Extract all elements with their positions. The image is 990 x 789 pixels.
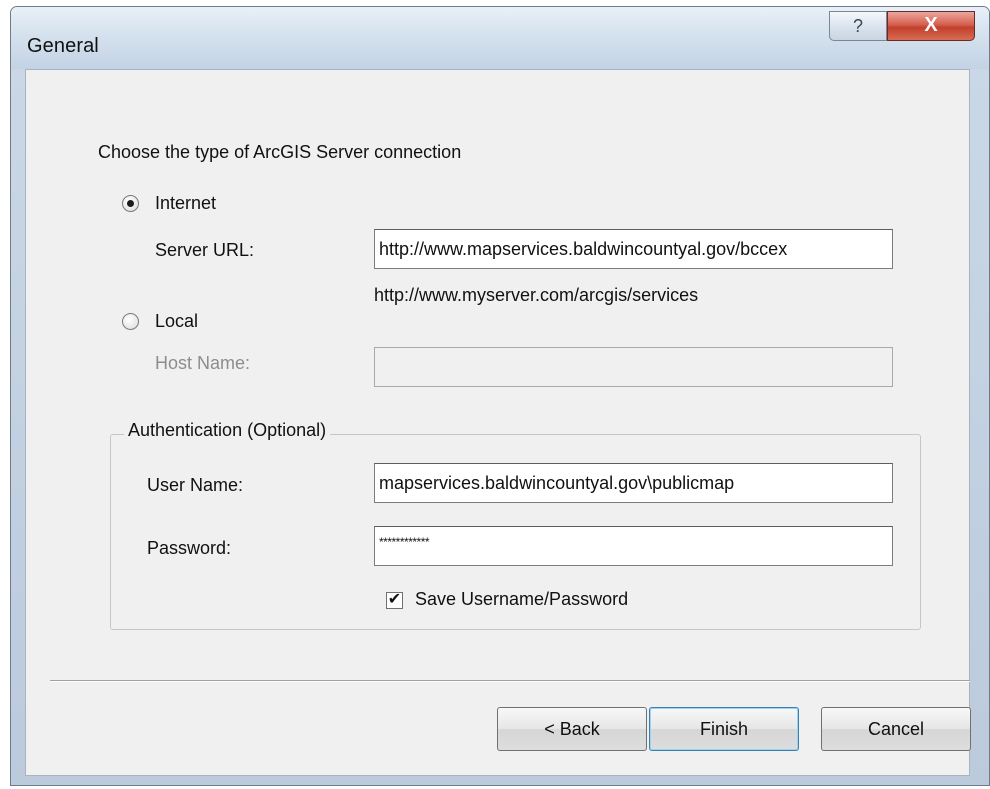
help-icon: ? [852, 16, 863, 36]
save-credentials-label[interactable]: Save Username/Password [415, 589, 628, 610]
dialog-body: Choose the type of ArcGIS Server connect… [25, 69, 971, 776]
checkmark-icon: ✔ [387, 591, 402, 608]
close-button[interactable]: X [887, 11, 975, 41]
dialog-window: General ? X Choose the type of ArcGIS Se… [10, 6, 990, 786]
username-input[interactable]: mapservices.baldwincountyal.gov\publicma… [374, 463, 893, 503]
save-credentials-checkbox[interactable]: ✔ [386, 592, 403, 609]
host-name-input[interactable] [374, 347, 893, 387]
server-url-hint: http://www.myserver.com/arcgis/services [374, 285, 699, 305]
cancel-button[interactable]: Cancel [821, 707, 971, 751]
footer-separator [50, 680, 970, 682]
close-icon: X [924, 14, 938, 36]
server-url-label: Server URL: [155, 240, 255, 260]
connection-heading: Choose the type of ArcGIS Server connect… [98, 142, 462, 162]
help-button[interactable]: ? [829, 11, 887, 41]
password-label: Password: [147, 538, 232, 558]
host-name-label: Host Name: [155, 353, 251, 373]
local-radio[interactable] [122, 313, 139, 330]
username-label: User Name: [147, 475, 244, 495]
title-bar[interactable]: General ? X [11, 7, 989, 69]
server-url-input[interactable]: http://www.mapservices.baldwincountyal.g… [374, 229, 893, 269]
finish-button[interactable]: Finish [649, 707, 799, 751]
internet-radio[interactable] [122, 195, 139, 212]
back-button[interactable]: < Back [497, 707, 647, 751]
local-label[interactable]: Local [155, 311, 198, 332]
internet-label[interactable]: Internet [155, 193, 216, 214]
password-input[interactable]: ************ [374, 526, 893, 566]
authentication-group-title: Authentication (Optional) [124, 420, 331, 441]
window-title: General [27, 35, 99, 57]
radio-selected-dot [127, 200, 134, 207]
